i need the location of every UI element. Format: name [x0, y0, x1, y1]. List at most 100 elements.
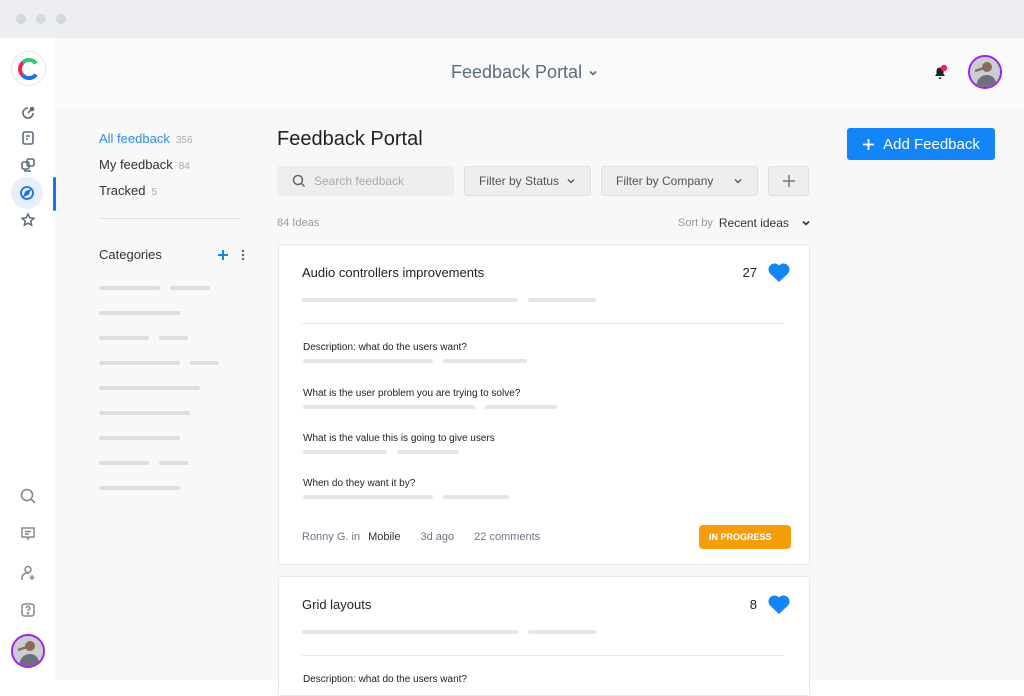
ideas-count: 84 Ideas — [277, 217, 320, 229]
feedback-card[interactable]: Grid layouts 8 Description: what do the … — [278, 576, 810, 696]
profile-avatar[interactable] — [968, 55, 1002, 89]
card-author[interactable]: Ronny G. in — [302, 531, 360, 543]
nav-all-feedback[interactable]: All feedback 356 — [99, 131, 193, 157]
category-item[interactable] — [99, 486, 219, 511]
window-close-button[interactable] — [16, 14, 26, 24]
card-title: Audio controllers improvements — [302, 265, 485, 280]
chevron-down-icon — [589, 70, 597, 76]
nav-count: 356 — [175, 135, 193, 146]
answer-placeholder — [303, 495, 509, 499]
answer-placeholder — [303, 359, 527, 363]
category-item[interactable] — [99, 436, 219, 461]
card-divider — [302, 655, 784, 656]
add-user-icon[interactable] — [14, 559, 42, 587]
vote-count: 27 — [742, 264, 757, 280]
search-icon[interactable] — [14, 482, 42, 510]
chevron-down-icon — [802, 220, 810, 226]
category-item[interactable] — [99, 411, 219, 436]
answer-placeholder — [303, 450, 459, 454]
help-icon[interactable] — [14, 596, 42, 624]
card-title: Grid layouts — [302, 597, 372, 612]
active-nav-indicator — [53, 177, 56, 211]
chevron-down-icon — [734, 179, 742, 184]
avatar-image — [970, 57, 1000, 87]
user-avatar[interactable] — [11, 634, 45, 668]
sort-label: Sort by — [678, 217, 713, 229]
nav-count: 84 — [178, 161, 190, 172]
logo-icon — [17, 57, 38, 80]
page-title: Feedback Portal — [277, 128, 423, 150]
nav-label: All feedback — [99, 131, 170, 146]
sort-dropdown[interactable]: Sort by Recent ideas — [678, 216, 811, 230]
heart-icon — [768, 595, 790, 614]
category-item[interactable] — [99, 336, 219, 361]
nav-label: Tracked — [99, 183, 146, 198]
bell-icon — [935, 64, 948, 79]
filter-company-label: Filter by Company — [616, 174, 714, 188]
add-category-icon[interactable] — [217, 249, 229, 261]
category-item[interactable] — [99, 311, 219, 336]
vote-button[interactable]: 27 — [743, 261, 791, 283]
categories-title: Categories — [99, 247, 162, 262]
search-input[interactable] — [314, 174, 444, 188]
add-filter-button[interactable] — [768, 166, 809, 196]
answer-placeholder — [303, 405, 557, 409]
notifications-button[interactable] — [930, 62, 950, 82]
portal-switcher[interactable]: Feedback Portal — [451, 62, 598, 83]
window-minimize-button[interactable] — [36, 14, 46, 24]
star-icon[interactable] — [14, 206, 42, 234]
vote-button[interactable]: 8 — [750, 593, 791, 615]
search-icon — [292, 174, 306, 188]
card-subtitle-placeholder — [302, 630, 596, 634]
chevron-down-icon — [567, 179, 575, 184]
question-label: Description: what do the users want? — [303, 342, 467, 353]
plus-icon — [863, 138, 875, 150]
window-maximize-button[interactable] — [56, 14, 66, 24]
icon-rail — [0, 38, 56, 680]
feedback-nav: All feedback 356 My feedback 84 Tracked … — [99, 131, 193, 209]
message-icon[interactable] — [14, 520, 42, 548]
category-list — [99, 286, 219, 511]
more-options-icon[interactable] — [241, 249, 245, 261]
search-box[interactable] — [277, 166, 454, 196]
avatar-image — [13, 636, 43, 666]
compass-icon[interactable] — [11, 177, 43, 209]
question-label: What is the user problem you are trying … — [303, 388, 521, 399]
layers-icon[interactable] — [14, 151, 42, 179]
vote-count: 8 — [749, 596, 757, 612]
category-item[interactable] — [99, 286, 219, 311]
filter-status-dropdown[interactable]: Filter by Status — [464, 166, 591, 196]
heart-icon — [768, 263, 790, 282]
status-badge[interactable]: IN PROGRESS — [699, 525, 791, 549]
document-icon[interactable] — [14, 124, 42, 152]
card-divider — [302, 323, 784, 324]
card-category[interactable]: Mobile — [368, 531, 400, 543]
question-label: When do they want it by? — [303, 478, 416, 489]
nav-tracked[interactable]: Tracked 5 — [99, 183, 193, 209]
add-feedback-button[interactable]: Add Feedback — [847, 128, 995, 160]
nav-label: My feedback — [99, 157, 173, 172]
category-item[interactable] — [99, 461, 219, 486]
dashboard-icon[interactable] — [14, 99, 42, 127]
feedback-card[interactable]: Audio controllers improvements 27 Descri… — [278, 244, 810, 565]
category-item[interactable] — [99, 361, 219, 386]
card-subtitle-placeholder — [302, 298, 596, 302]
nav-divider — [99, 218, 241, 219]
card-time: 3d ago — [420, 531, 455, 543]
top-bar: Feedback Portal — [55, 38, 1024, 108]
card-meta: Ronny G. in Mobile 3d ago 22 comments — [302, 531, 540, 543]
window-titlebar — [0, 0, 1024, 38]
categories-header: Categories — [99, 247, 245, 262]
add-feedback-label: Add Feedback — [883, 135, 980, 153]
nav-my-feedback[interactable]: My feedback 84 — [99, 157, 193, 183]
filter-status-label: Filter by Status — [479, 174, 560, 188]
card-comments[interactable]: 22 comments — [474, 531, 540, 543]
question-label: What is the value this is going to give … — [303, 433, 495, 444]
sort-value: Recent ideas — [718, 216, 789, 230]
plus-icon — [782, 175, 795, 187]
app-logo[interactable] — [12, 52, 45, 85]
category-item[interactable] — [99, 386, 219, 411]
app: Feedback Portal All feedback 356 My feed… — [0, 38, 1024, 696]
nav-count: 5 — [151, 187, 158, 198]
filter-company-dropdown[interactable]: Filter by Company — [601, 166, 758, 196]
